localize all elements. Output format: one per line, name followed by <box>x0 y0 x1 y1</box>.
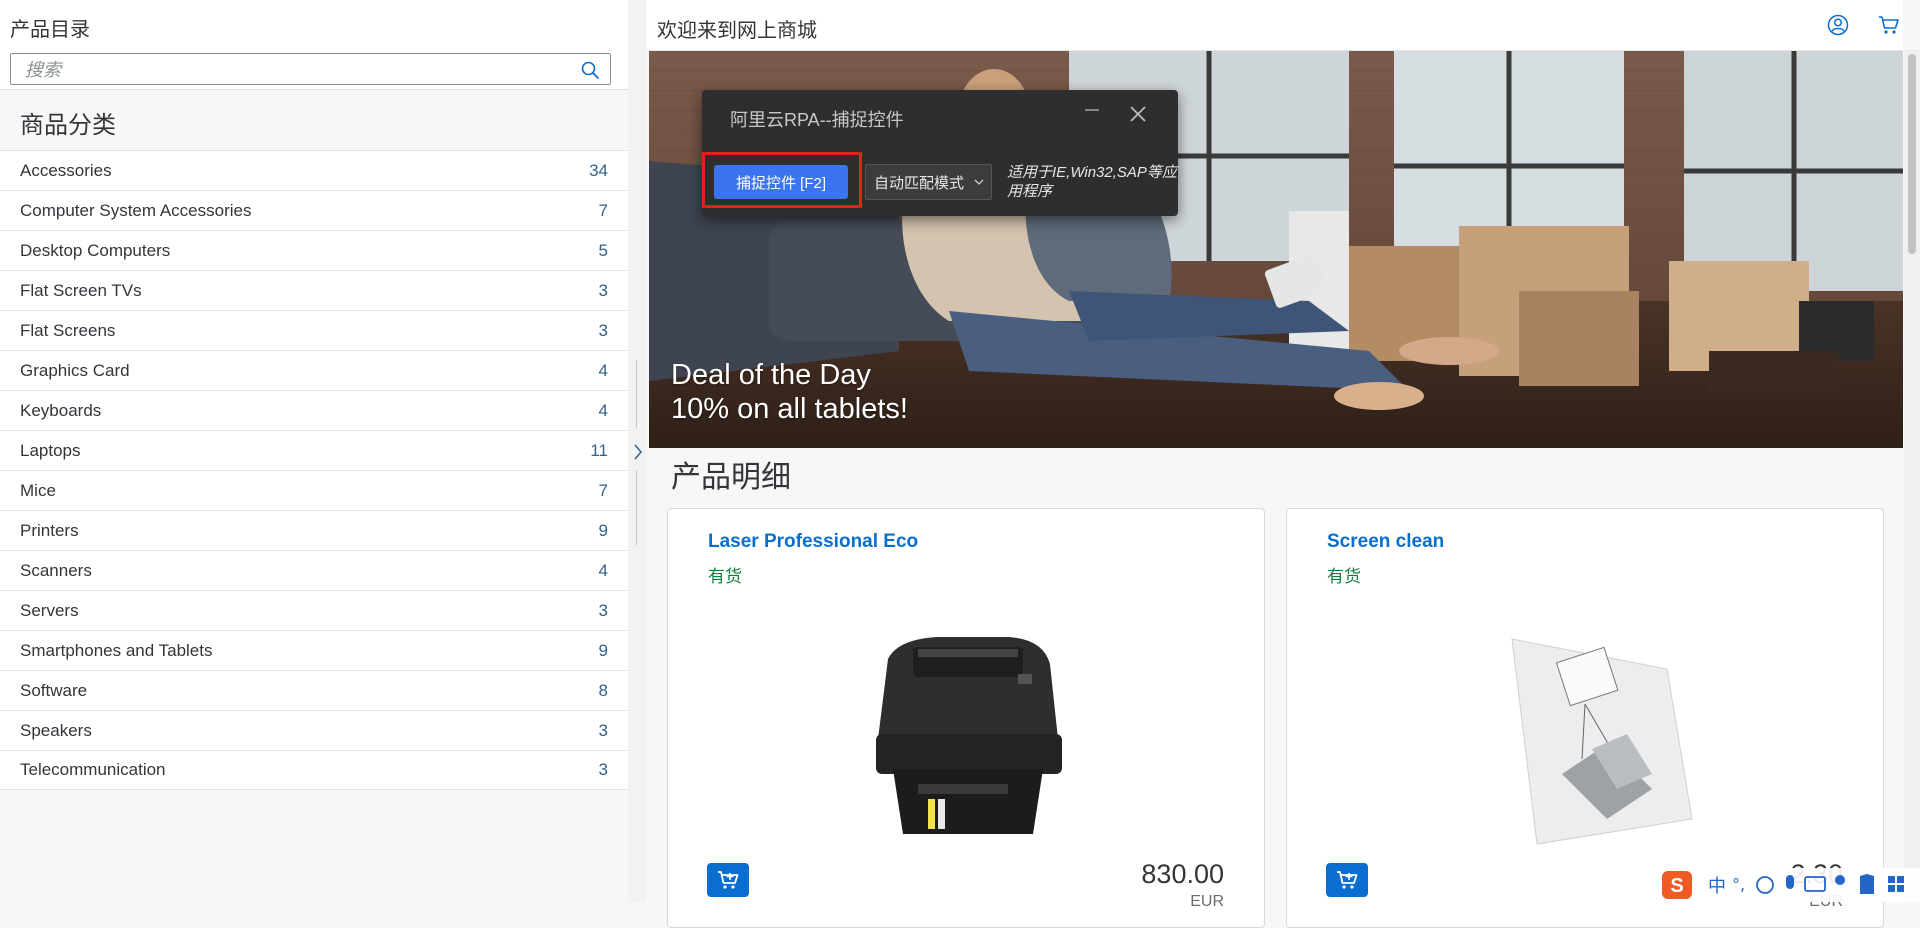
category-item[interactable]: Computer System Accessories 7 <box>0 190 628 230</box>
category-item[interactable]: Software 8 <box>0 670 628 710</box>
category-count: 7 <box>598 200 608 220</box>
rpa-dialog-title: 阿里云RPA--捕捉控件 <box>730 110 904 130</box>
category-list: Accessories 34 Computer System Accessories… <box>0 150 628 790</box>
category-count: 3 <box>598 720 608 740</box>
add-to-cart-button[interactable] <box>1326 863 1368 897</box>
category-item[interactable]: Speakers 3 <box>0 710 628 750</box>
category-label: Accessories <box>20 160 112 180</box>
category-label: Speakers <box>20 720 92 740</box>
match-mode-value: 自动匹配模式 <box>874 174 965 192</box>
top-bar: 欢迎来到网上商城 <box>647 0 1903 51</box>
minimize-icon[interactable] <box>1082 102 1102 122</box>
sogou-logo-icon: S <box>1662 871 1692 899</box>
category-count: 9 <box>598 640 608 660</box>
category-heading: 商品分类 <box>20 112 116 139</box>
category-item[interactable]: Graphics Card 4 <box>0 350 628 390</box>
category-item[interactable]: Telecommunication 3 <box>0 750 628 790</box>
category-count: 11 <box>590 440 608 460</box>
category-label: Servers <box>20 600 79 620</box>
user-avatar-icon <box>1835 875 1845 885</box>
category-label: Mice <box>20 480 56 500</box>
category-item[interactable]: Flat Screens 3 <box>0 310 628 350</box>
search-field[interactable] <box>10 53 611 86</box>
category-item[interactable]: Servers 3 <box>0 590 628 630</box>
welcome-title: 欢迎来到网上商城 <box>657 20 817 42</box>
close-icon[interactable] <box>1128 104 1148 124</box>
category-count: 9 <box>598 520 608 540</box>
search-input[interactable] <box>23 54 567 86</box>
category-label: Scanners <box>20 560 92 580</box>
hero-line-2: 10% on all tablets! <box>671 393 908 425</box>
panel-splitter[interactable] <box>628 0 646 902</box>
shirt-icon <box>1860 874 1874 894</box>
product-details-title: 产品明细 <box>671 461 791 494</box>
stock-status: 有货 <box>1327 567 1361 586</box>
category-item[interactable]: Printers 9 <box>0 510 628 550</box>
hero-line-1: Deal of the Day <box>671 359 871 391</box>
ime-toolbar[interactable]: S 中 °, <box>1660 868 1920 902</box>
catalog-title: 产品目录 <box>10 19 90 41</box>
category-item[interactable]: Laptops 11 <box>0 430 628 470</box>
microphone-icon <box>1786 875 1794 889</box>
product-price: 830.00 <box>1141 859 1224 889</box>
vertical-scrollbar[interactable] <box>1904 50 1920 902</box>
product-name[interactable]: Laser Professional Eco <box>708 531 918 553</box>
svg-text:°,: °, <box>1732 875 1745 894</box>
ime-mode-label: 中 <box>1708 876 1726 897</box>
scrollbar-thumb[interactable] <box>1908 54 1916 254</box>
category-item[interactable]: Desktop Computers 5 <box>0 230 628 270</box>
category-count: 7 <box>598 480 608 500</box>
category-label: Computer System Accessories <box>20 200 252 220</box>
category-label: Flat Screen TVs <box>20 280 142 300</box>
match-mode-dropdown[interactable]: 自动匹配模式 <box>865 164 992 200</box>
user-icon[interactable] <box>1827 14 1849 36</box>
category-count: 3 <box>598 320 608 340</box>
cart-icon[interactable] <box>1878 14 1900 36</box>
rpa-applicability-note: 适用于IE,Win32,SAP等应用程序 <box>1007 164 1177 200</box>
screen-clean-image <box>1511 638 1693 845</box>
category-item[interactable]: Flat Screen TVs 3 <box>0 270 628 310</box>
category-item[interactable]: Accessories 34 <box>0 150 628 190</box>
category-count: 5 <box>598 240 608 260</box>
category-count: 4 <box>598 360 608 380</box>
category-label: Keyboards <box>20 400 102 420</box>
category-count: 4 <box>598 560 608 580</box>
svg-text:S: S <box>1670 875 1683 897</box>
category-label: Telecommunication <box>20 760 166 779</box>
category-label: Desktop Computers <box>20 240 171 260</box>
catalog-header: 产品目录 <box>0 0 628 90</box>
printer-image <box>876 637 1062 834</box>
product-card[interactable]: Laser Professional Eco 有货 830.00 EUR <box>667 508 1265 928</box>
category-label: Printers <box>20 520 79 540</box>
chevron-down-icon <box>974 179 984 185</box>
category-count: 3 <box>598 600 608 620</box>
category-count: 34 <box>589 160 608 180</box>
stock-status: 有货 <box>708 567 742 586</box>
product-catalog-panel: 产品目录 商品分类 Accessories34Computer System A… <box>0 0 629 902</box>
category-count: 3 <box>598 760 608 779</box>
chevron-right-icon[interactable] <box>630 440 646 464</box>
add-to-cart-button[interactable] <box>707 863 749 897</box>
category-item[interactable]: Scanners 4 <box>0 550 628 590</box>
add-to-cart-icon <box>718 871 739 889</box>
capture-control-button[interactable]: 捕捉控件 [F2] <box>714 165 848 199</box>
category-label: Smartphones and Tablets <box>20 640 213 660</box>
category-count: 8 <box>598 680 608 700</box>
add-to-cart-icon <box>1337 871 1358 889</box>
rpa-capture-dialog: 阿里云RPA--捕捉控件 捕捉控件 [F2] 自动匹配模式 适用于IE,Win3… <box>702 90 1178 216</box>
category-count: 3 <box>598 280 608 300</box>
product-name[interactable]: Screen clean <box>1327 531 1444 553</box>
search-icon[interactable] <box>580 60 600 80</box>
category-label: Flat Screens <box>20 320 116 340</box>
product-card[interactable]: Screen clean 有货 2.30 EUR <box>1286 508 1884 928</box>
category-item[interactable]: Mice 7 <box>0 470 628 510</box>
category-label: Graphics Card <box>20 360 130 380</box>
category-label: Laptops <box>20 440 81 460</box>
category-item[interactable]: Smartphones and Tablets 9 <box>0 630 628 670</box>
category-item[interactable]: Keyboards 4 <box>0 390 628 430</box>
category-count: 4 <box>598 400 608 420</box>
hero-caption: Deal of the Day 10% on all tablets! <box>671 358 908 426</box>
category-label: Software <box>20 680 88 700</box>
product-currency: EUR <box>1190 893 1224 910</box>
